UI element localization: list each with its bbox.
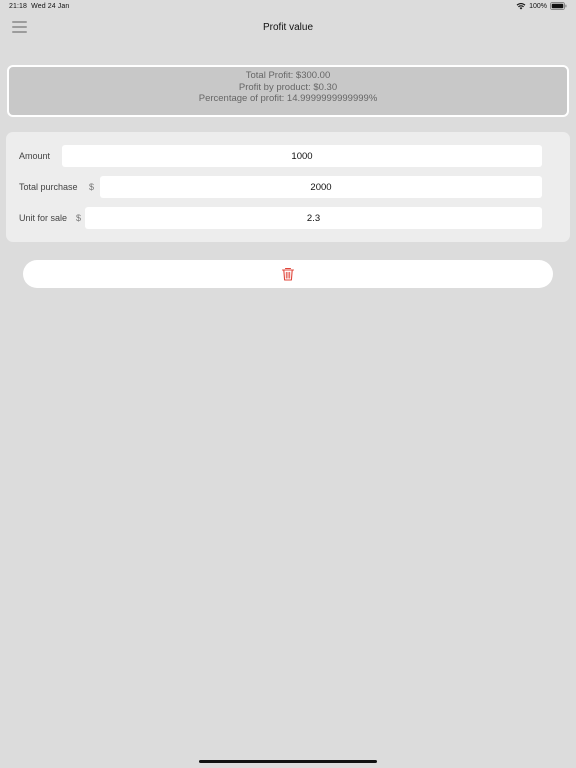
amount-input[interactable]: [62, 145, 542, 167]
battery-percent: 100%: [529, 2, 547, 10]
total-purchase-row: Total purchase $: [6, 176, 570, 198]
unit-for-sale-currency-prefix: $: [76, 213, 82, 223]
profit-summary-card: Total Profit: $300.00 Profit by product:…: [7, 65, 569, 117]
trash-icon: [280, 266, 296, 282]
status-bar: 21:18 Wed 24 Jan 100%: [0, 0, 576, 14]
profit-by-product-text: Profit by product: $0.30: [238, 81, 338, 93]
amount-label: Amount: [19, 151, 51, 161]
unit-for-sale-label: Unit for sale: [19, 213, 68, 223]
status-indicators: 100%: [516, 2, 567, 10]
clear-button[interactable]: [23, 260, 553, 288]
navigation-bar: Profit value: [0, 14, 576, 44]
amount-row: Amount: [6, 145, 570, 167]
total-purchase-input[interactable]: [100, 176, 542, 198]
total-purchase-label: Total purchase: [19, 182, 78, 192]
total-profit-text: Total Profit: $300.00: [245, 70, 331, 81]
status-time: 21:18: [9, 3, 28, 10]
input-form: Amount Total purchase $ Unit for sale $: [6, 132, 570, 242]
home-indicator: [199, 760, 377, 763]
status-time-date: 21:18 Wed 24 Jan: [9, 3, 69, 10]
total-purchase-currency-prefix: $: [89, 182, 95, 192]
unit-for-sale-row: Unit for sale $: [6, 207, 570, 229]
wifi-icon: [516, 2, 526, 10]
battery-icon: [550, 2, 567, 10]
page-title: Profit value: [262, 22, 314, 33]
unit-for-sale-input[interactable]: [85, 207, 542, 229]
status-date: Wed 24 Jan: [31, 3, 70, 10]
profit-percentage-text: Percentage of profit: 14.9999999999999%: [198, 93, 378, 104]
